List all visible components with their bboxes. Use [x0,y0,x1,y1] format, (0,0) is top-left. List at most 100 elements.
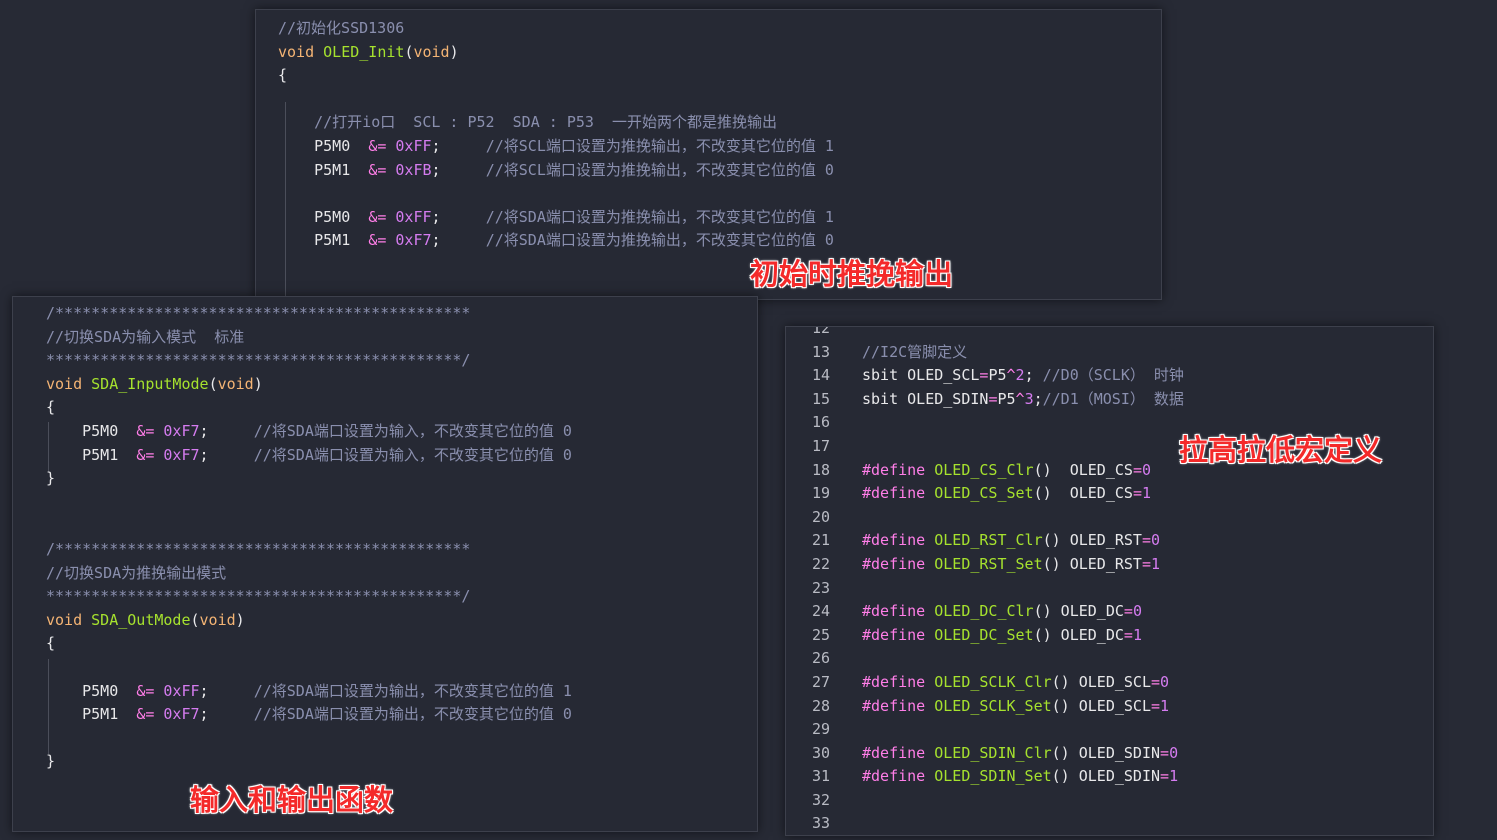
line-number: 24 [811,602,830,621]
code-token: OLED_Init [323,42,405,61]
code-line: #define OLED_SDIN_Set() OLED_SDIN=1 [862,765,1184,789]
code-token: 1 [1169,767,1179,786]
code-token: 0xF7 [163,705,200,724]
code-token: 2 [1015,366,1025,385]
code-token: ; [199,705,254,724]
code-token: OLED_DC_Clr [934,602,1034,621]
code-token: P5M1 [46,445,137,464]
code-token: ****************************************… [46,587,471,606]
code-token: ; [1033,389,1043,408]
code-line: /***************************************… [46,302,572,326]
code-token: void [46,374,92,393]
code-line: P5M1 &= 0xF7; //将SDA端口设置为输入，不改变其它位的值 0 [46,444,572,468]
code-token: #define [862,672,935,691]
code-line: ****************************************… [46,349,572,373]
code-token: P5M0 [278,207,369,226]
code-token: P5M1 [278,231,369,250]
code-token: 1 [1141,484,1151,503]
code-token: 0xFB [395,160,432,179]
code-panel-oled-init: //初始化SSD1306 void OLED_Init(void){​ //打开i… [255,9,1162,300]
code-line: void OLED_Init(void) [278,41,834,65]
code-token: #define [862,460,935,479]
line-number-gutter: 12 13 14 15 16 17 18 19 20 21 22 23 24 25 26 27 28 29 30 31… [790,326,830,835]
code-token: P5 [988,366,1007,385]
code-line: ​ [862,506,1184,530]
code-token: #define [862,767,935,786]
code-token: &= [368,136,387,155]
code-line: sbit OLED_SCL=P5^2; //D0（SCLK） 时钟 [862,364,1184,388]
code-token: OLED_SDIN_Clr [934,743,1052,762]
code-token: = [1151,672,1161,691]
code-token: () OLED_SDIN [1051,743,1161,762]
code-token: void [217,374,254,393]
line-number: 21 [811,531,830,550]
code-token: #define [862,625,935,644]
code-token: 0 [1132,602,1142,621]
code-token: 0xFF [395,136,432,155]
code-block-oled-init: //初始化SSD1306 void OLED_Init(void){​ //打开i… [278,17,834,253]
line-number: 12 [811,326,830,337]
code-line: P5M1 &= 0xFB; //将SCL端口设置为推挽输出，不改变其它位的值 0 [278,159,834,183]
code-token: 0xF7 [163,421,200,440]
code-token: //打开io口 SCL : P52 SDA : P53 一开始两个都是推挽输出 [314,113,777,132]
code-line: ​ [862,411,1184,435]
code-line: ​ [862,577,1184,601]
code-token: () OLED_CS [1033,460,1133,479]
code-line: sbit OLED_SDIN=P5^3;//D1（MOSI） 数据 [862,388,1184,412]
code-token: () OLED_RST [1042,554,1142,573]
code-token: () OLED_DC [1033,625,1124,644]
code-token: { [278,66,288,85]
code-line: //切换SDA为推挽输出模式 [46,562,572,586]
code-token: ; [199,445,254,464]
code-token: void [46,610,92,629]
code-token: #define [862,531,935,550]
code-line: #define OLED_SDIN_Clr() OLED_SDIN=0 [862,742,1184,766]
code-token: P5 [997,389,1016,408]
code-token: #define [862,696,935,715]
line-number: 30 [811,743,830,762]
code-line: P5M1 &= 0xF7; //将SDA端口设置为推挽输出，不改变其它位的值 0 [278,229,834,253]
code-token: ; [431,231,486,250]
code-token: () OLED_CS [1033,484,1133,503]
code-token: ^ [1015,389,1025,408]
line-number: 33 [811,814,830,833]
code-token: = [1123,625,1133,644]
code-line: ​ [46,514,572,538]
code-line: } [46,467,572,491]
line-number: 29 [811,720,830,739]
code-token: ; [431,136,486,155]
code-token: 0xFF [163,681,200,700]
code-token: ) [449,42,459,61]
code-token: //切换SDA为推挽输出模式 [46,563,227,582]
code-token: void [278,42,324,61]
line-number: 31 [811,767,830,786]
line-number: 17 [811,436,830,455]
code-token: //将SCL端口设置为推挽输出，不改变其它位的值 0 [485,160,834,179]
code-token: 0xFF [395,207,432,226]
code-line: //初始化SSD1306 [278,17,834,41]
code-line: #define OLED_DC_Clr() OLED_DC=0 [862,600,1184,624]
code-line: ​ [46,656,572,680]
code-token: //将SDA端口设置为输入，不改变其它位的值 0 [253,421,572,440]
code-token: 1 [1151,554,1161,573]
code-token: &= [136,681,155,700]
line-number: 16 [811,413,830,432]
code-line: ​ [862,647,1184,671]
code-line: //切换SDA为输入模式 标准 [46,326,572,350]
line-number: 25 [811,625,830,644]
code-token: /***************************************… [46,539,471,558]
code-token: #define [862,602,935,621]
code-line: #define OLED_SCLK_Clr() OLED_SCL=0 [862,671,1184,695]
code-token: = [1141,531,1151,550]
code-token: &= [136,421,155,440]
code-token: P5M0 [46,681,137,700]
code-token: ) [253,374,263,393]
code-token: = [1132,484,1142,503]
code-line: ​ [862,789,1184,813]
code-token: = [1141,554,1151,573]
code-token: P5M0 [46,421,137,440]
line-number: 18 [811,460,830,479]
code-line: ​ [862,327,1184,341]
line-number: 28 [811,696,830,715]
code-token: OLED_RST_Set [934,554,1043,573]
